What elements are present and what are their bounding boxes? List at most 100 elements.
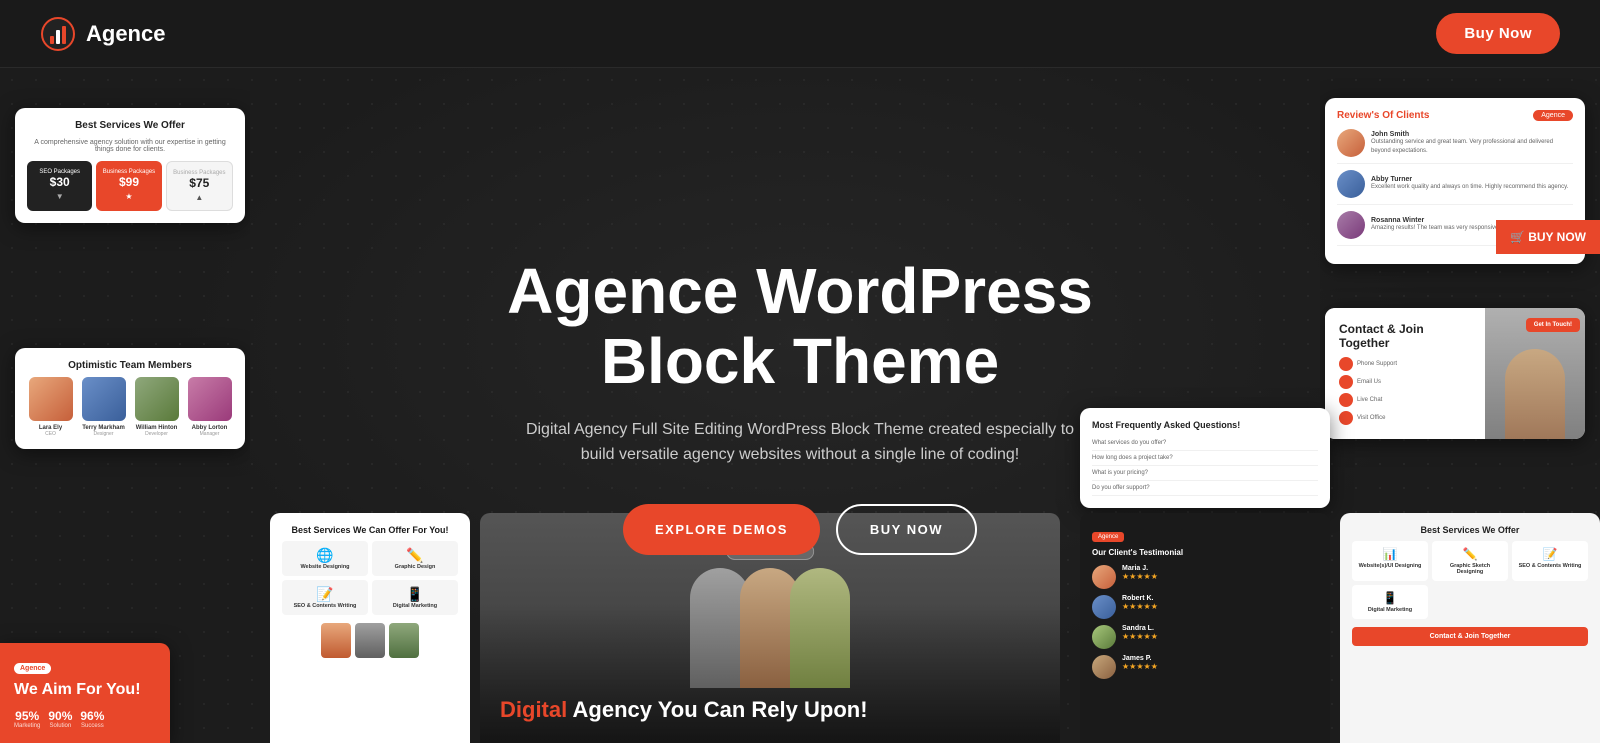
test-avatar-1 — [1092, 565, 1116, 589]
contact-right-panel: Get In Touch! — [1485, 308, 1585, 439]
bottom-service-label-2: Graphic Design — [378, 564, 452, 570]
bottom-service-label-3: SEO & Contents Writing — [288, 603, 362, 609]
hero-subtitle: Digital Agency Full Site Editing WordPre… — [510, 417, 1090, 468]
test-row-2: Robert K. ★★★★★ — [1092, 595, 1318, 619]
price-cards: SEO Packages $30 ▼ Business Packages $99… — [27, 161, 233, 211]
contact-item-4: Visit Office — [1339, 411, 1471, 425]
contact-items-list: Phone Support Email Us Live Chat Visit O… — [1339, 357, 1471, 425]
buy-now-button[interactable]: BUY NOW — [836, 504, 977, 555]
team-avatar-1 — [29, 377, 73, 421]
mission-preview-card: Agence We Aim For You! 95% Marketing 90%… — [0, 643, 170, 743]
explore-demos-button[interactable]: EXPLORE DEMOS — [623, 504, 820, 555]
test-avatar-4 — [1092, 655, 1116, 679]
bottom-service-4: 📱 Digital Marketing — [372, 580, 458, 615]
price-card-1: SEO Packages $30 ▼ — [27, 161, 92, 211]
testimonial-preview-card: Agence Our Client's Testimonial Maria J.… — [1080, 513, 1330, 743]
reviews-header: Review's Of Clients Agence — [1337, 110, 1573, 121]
far-right-icon-2: ✏️ — [1436, 547, 1504, 561]
mission-stat-label-1: Marketing — [14, 723, 40, 729]
test-info-3: Sandra L. ★★★★★ — [1122, 625, 1158, 649]
bottom-services-grid: 🌐 Website Designing ✏️ Graphic Design 📝 … — [282, 541, 458, 615]
bottom-people-row — [282, 623, 458, 658]
team-member-1: Lara Ely CEO — [27, 377, 74, 437]
contact-icon-3 — [1339, 393, 1353, 407]
review-row-1: John Smith Outstanding service and great… — [1337, 129, 1573, 164]
contact-item-label-4: Visit Office — [1357, 415, 1385, 421]
mission-stat-label-3: Success — [80, 723, 104, 729]
navbar-buy-now-button[interactable]: Buy Now — [1436, 13, 1560, 54]
test-info-2: Robert K. ★★★★★ — [1122, 595, 1158, 619]
contact-item-label-1: Phone Support — [1357, 361, 1397, 367]
team-role-4: Manager — [186, 431, 233, 437]
reviews-title: Review's Of Clients — [1337, 110, 1429, 121]
bottom-person-1 — [321, 623, 351, 658]
bottom-services-title: Best Services We Can Offer For You! — [282, 525, 458, 535]
bottom-service-icon-2: ✏️ — [378, 547, 452, 564]
contact-join-preview: Contact & Join Together — [1352, 627, 1588, 646]
faq-item-3: What is your pricing? — [1092, 466, 1318, 481]
team-role-2: Designer — [80, 431, 127, 437]
contact-title: Contact & Join Together — [1339, 322, 1471, 351]
price-value-1: $30 — [31, 175, 88, 189]
far-right-grid: 📊 Website(s)/UI Designing ✏️ Graphic Ske… — [1352, 541, 1588, 619]
bottom-service-label-1: Website Designing — [288, 564, 362, 570]
review-name-1: John Smith — [1371, 131, 1573, 138]
services-card-subtitle: A comprehensive agency solution with our… — [27, 139, 233, 153]
test-stars-4: ★★★★★ — [1122, 662, 1158, 671]
review-avatar-3 — [1337, 211, 1365, 239]
mission-badge: Agence — [14, 663, 51, 674]
hero-buttons: EXPLORE DEMOS BUY NOW — [507, 504, 1093, 555]
bottom-person-2 — [355, 623, 385, 658]
center-bottom-title: Digital Agency You Can Rely Upon! — [500, 697, 1040, 723]
team-member-2: Terry Markham Designer — [80, 377, 127, 437]
far-right-services-card: Best Services We Offer 📊 Website(s)/UI D… — [1340, 513, 1600, 743]
far-right-label-2: Graphic Sketch Designing — [1436, 563, 1504, 575]
test-name-4: James P. — [1122, 655, 1158, 662]
review-row-2: Abby Turner Excellent work quality and a… — [1337, 170, 1573, 205]
price-card-3: Business Packages $75 ▲ — [166, 161, 233, 211]
bottom-service-2: ✏️ Graphic Design — [372, 541, 458, 576]
team-member-4: Abby Lorton Manager — [186, 377, 233, 437]
bottom-service-icon-4: 📱 — [378, 586, 452, 603]
mission-title: We Aim For You! — [14, 680, 156, 699]
bottom-service-icon-1: 🌐 — [288, 547, 362, 564]
price-card-2: Business Packages $99 ★ — [96, 161, 161, 211]
floating-buy-now-button[interactable]: 🛒 BUY NOW — [1496, 220, 1600, 254]
testimonial-badge: Agence — [1092, 532, 1124, 542]
contact-left-panel: Contact & Join Together Phone Support Em… — [1325, 308, 1485, 439]
bottom-person-3 — [389, 623, 419, 658]
faq-title: Most Frequently Asked Questions! — [1092, 420, 1318, 430]
test-stars-2: ★★★★★ — [1122, 602, 1158, 611]
team-role-1: CEO — [27, 431, 74, 437]
testimonial-rows: Maria J. ★★★★★ Robert K. ★★★★★ Sandra L.… — [1092, 565, 1318, 679]
test-info-4: James P. ★★★★★ — [1122, 655, 1158, 679]
navbar: Agence Buy Now — [0, 0, 1600, 68]
get-in-touch-label: Get In Touch! — [1526, 318, 1580, 332]
mission-stats: 95% Marketing 90% Solution 96% Success — [14, 709, 156, 729]
far-right-service-4: 📱 Digital Marketing — [1352, 585, 1428, 619]
bottom-service-3: 📝 SEO & Contents Writing — [282, 580, 368, 615]
bottom-service-1: 🌐 Website Designing — [282, 541, 368, 576]
logo-text: Agence — [86, 21, 165, 47]
bottom-service-label-4: Digital Marketing — [378, 603, 452, 609]
team-preview-card: Optimistic Team Members Lara Ely CEO Ter… — [15, 348, 245, 449]
logo[interactable]: Agence — [40, 16, 165, 52]
center-person-3 — [790, 568, 850, 688]
bottom-services-left: Best Services We Can Offer For You! 🌐 We… — [270, 513, 470, 743]
faq-item-2: How long does a project take? — [1092, 451, 1318, 466]
person-silhouette — [1505, 349, 1565, 439]
test-row-1: Maria J. ★★★★★ — [1092, 565, 1318, 589]
contact-preview-card: Contact & Join Together Phone Support Em… — [1325, 308, 1585, 439]
contact-icon-2 — [1339, 375, 1353, 389]
left-preview-area: Best Services We Offer A comprehensive a… — [0, 68, 250, 743]
mission-stat-2: 90% Solution — [48, 709, 72, 729]
review-name-2: Abby Turner — [1371, 176, 1568, 183]
hero-title: Agence WordPress Block Theme — [507, 256, 1093, 397]
test-name-2: Robert K. — [1122, 595, 1158, 602]
test-name-1: Maria J. — [1122, 565, 1158, 572]
faq-item-4: Do you offer support? — [1092, 481, 1318, 496]
contact-item-1: Phone Support — [1339, 357, 1471, 371]
team-avatar-2 — [82, 377, 126, 421]
price-value-2: $99 — [100, 175, 157, 189]
faq-preview-card: Most Frequently Asked Questions! What se… — [1080, 408, 1330, 508]
